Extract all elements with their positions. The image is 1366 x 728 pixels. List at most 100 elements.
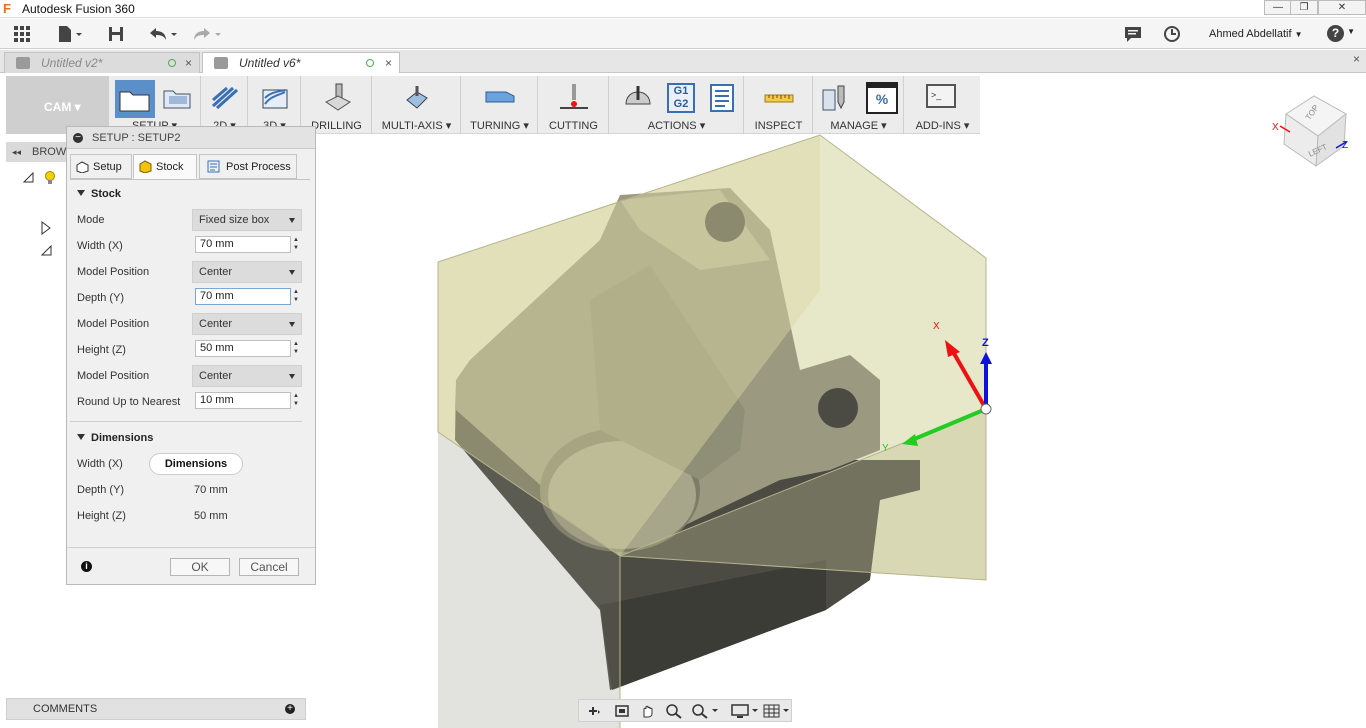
user-account-menu[interactable]: Ahmed Abdellatif ▼ [1209, 28, 1303, 40]
scripts-icon: >_ [926, 84, 956, 108]
model-position-z-select[interactable]: Center [192, 365, 302, 387]
document-tab-bar: Untitled v2* × Untitled v6* × × [0, 50, 1366, 73]
collapse-dialog-icon[interactable]: − [73, 133, 83, 143]
close-button[interactable]: ✕ [1318, 0, 1366, 15]
pan-hand-icon[interactable] [637, 703, 659, 719]
model-position-y-select[interactable]: Center [192, 313, 302, 335]
dialog-title-bar[interactable]: − SETUP : SETUP2 [67, 127, 315, 149]
saved-status-icon [366, 59, 374, 67]
view-cube-x-label: X [1272, 122, 1279, 133]
width-label: Width (X) [77, 240, 123, 252]
dim-height-value: 50 mm [194, 510, 228, 522]
model-position-x-select[interactable]: Center [192, 261, 302, 283]
grid-settings-icon[interactable] [761, 703, 791, 719]
saved-status-icon [168, 59, 176, 67]
ribbon-group-inspect[interactable]: INSPECT [745, 76, 813, 134]
stock-tab-icon [139, 160, 152, 173]
ribbon-group-cutting[interactable]: CUTTING [539, 76, 609, 134]
notifications-icon[interactable] [1123, 24, 1143, 44]
ribbon-group-multi-axis[interactable]: MULTI-AXIS ▾ [373, 76, 461, 134]
tree-expander[interactable] [40, 244, 52, 261]
navigation-bar [578, 699, 792, 722]
height-label: Height (Z) [77, 344, 126, 356]
triangle-down-icon [40, 244, 52, 256]
zoom-window-icon[interactable] [689, 703, 719, 719]
minimize-button[interactable]: — [1264, 0, 1292, 15]
tab-close-icon[interactable]: × [1353, 52, 1360, 66]
round-up-spinner[interactable]: ▲ ▼ [291, 392, 301, 409]
tab-setup[interactable]: Setup [70, 154, 132, 179]
ribbon-group-actions[interactable]: G1 G2 ACTIONS ▾ [610, 76, 744, 134]
restore-button[interactable]: ❐ [1290, 0, 1318, 15]
save-icon[interactable] [106, 24, 126, 44]
ribbon-group-turning[interactable]: TURNING ▾ [462, 76, 538, 134]
dim-depth-value: 70 mm [194, 484, 228, 496]
close-tab-icon[interactable]: × [385, 53, 392, 73]
stock-width-input[interactable]: 70 mm [195, 236, 291, 253]
zoom-icon[interactable] [663, 703, 685, 719]
simulate-icon[interactable] [622, 82, 654, 114]
app-title: Autodesk Fusion 360 [22, 2, 135, 16]
collapse-icon[interactable]: ◂◂ [12, 142, 21, 162]
document-cube-icon [214, 57, 228, 69]
setup-sheet-icon[interactable] [706, 82, 738, 114]
stock-mode-select[interactable]: Fixed size box [192, 209, 302, 231]
depth-spinner[interactable]: ▲ ▼ [291, 288, 301, 305]
undo-icon[interactable] [146, 24, 180, 44]
display-settings-icon[interactable] [729, 703, 759, 719]
orbit-icon[interactable] [581, 703, 603, 719]
browser-panel-header[interactable]: ◂◂ BROWSER [6, 142, 89, 162]
ribbon-group-add-ins[interactable]: >_ ADD-INS ▾ [905, 76, 980, 134]
add-comment-icon[interactable]: + [285, 704, 295, 714]
dim-height-label: Height (Z) [77, 510, 126, 522]
info-icon[interactable]: i [81, 561, 92, 572]
workspace-label: CAM ▾ [44, 100, 81, 114]
dimensions-section-header[interactable]: Dimensions [77, 432, 153, 444]
multi-axis-icon [406, 86, 428, 109]
triad-x-label: X [933, 321, 940, 332]
stock-height-input[interactable]: 50 mm [195, 340, 291, 357]
stock-depth-input[interactable]: 70 mm [195, 288, 291, 305]
triangle-down-icon [22, 171, 34, 183]
job-status-icon[interactable] [1162, 24, 1182, 44]
ribbon-label: CUTTING [549, 120, 598, 132]
ribbon-label: MULTI-AXIS ▾ [381, 120, 452, 132]
doc-tab-untitled-v2[interactable]: Untitled v2* × [4, 52, 200, 73]
cancel-button[interactable]: Cancel [239, 558, 299, 576]
redo-icon[interactable] [190, 24, 224, 44]
ribbon-label: ACTIONS ▾ [647, 120, 706, 132]
look-at-icon[interactable] [611, 703, 633, 719]
round-up-input[interactable]: 10 mm [195, 392, 291, 409]
width-spinner[interactable]: ▲ ▼ [291, 236, 301, 253]
tab-post-process[interactable]: Post Process [199, 154, 297, 179]
fusion-logo-icon: F [3, 1, 11, 16]
setup-folder-icon[interactable] [161, 82, 193, 114]
tool-library-icon[interactable] [820, 82, 852, 114]
help-menu[interactable]: ? ▼ [1327, 25, 1355, 42]
tree-expander[interactable] [40, 221, 52, 237]
triangle-right-icon [41, 221, 51, 235]
document-cube-icon [16, 57, 30, 69]
model-position-x-label: Model Position [77, 266, 150, 278]
ok-button[interactable]: OK [170, 558, 230, 576]
doc-tab-label: Untitled v2* [41, 56, 103, 70]
stock-section-header[interactable]: Stock [77, 188, 121, 200]
height-spinner[interactable]: ▲ ▼ [291, 340, 301, 357]
close-tab-icon[interactable]: × [185, 53, 192, 73]
file-menu-icon[interactable] [56, 24, 86, 44]
dim-depth-label: Depth (Y) [77, 484, 125, 496]
turning-icon [485, 91, 515, 103]
post-library-icon[interactable]: % [866, 82, 898, 114]
tab-stock[interactable]: Stock [133, 154, 197, 179]
help-icon: ? [1327, 25, 1344, 42]
post-process-icon[interactable]: G1 G2 [667, 83, 695, 113]
2d-toolpath-icon [211, 86, 239, 110]
view-cube[interactable]: TOP LEFT X Z [1272, 94, 1358, 174]
lightbulb-icon[interactable] [44, 171, 60, 187]
tree-expander[interactable] [22, 171, 34, 188]
doc-tab-untitled-v6[interactable]: Untitled v6* × [202, 52, 400, 73]
new-setup-icon[interactable] [115, 80, 155, 118]
comments-panel[interactable]: COMMENTS + [6, 698, 306, 720]
ribbon-group-manage[interactable]: % MANAGE ▾ [814, 76, 904, 134]
apps-grid-icon[interactable] [12, 24, 32, 44]
